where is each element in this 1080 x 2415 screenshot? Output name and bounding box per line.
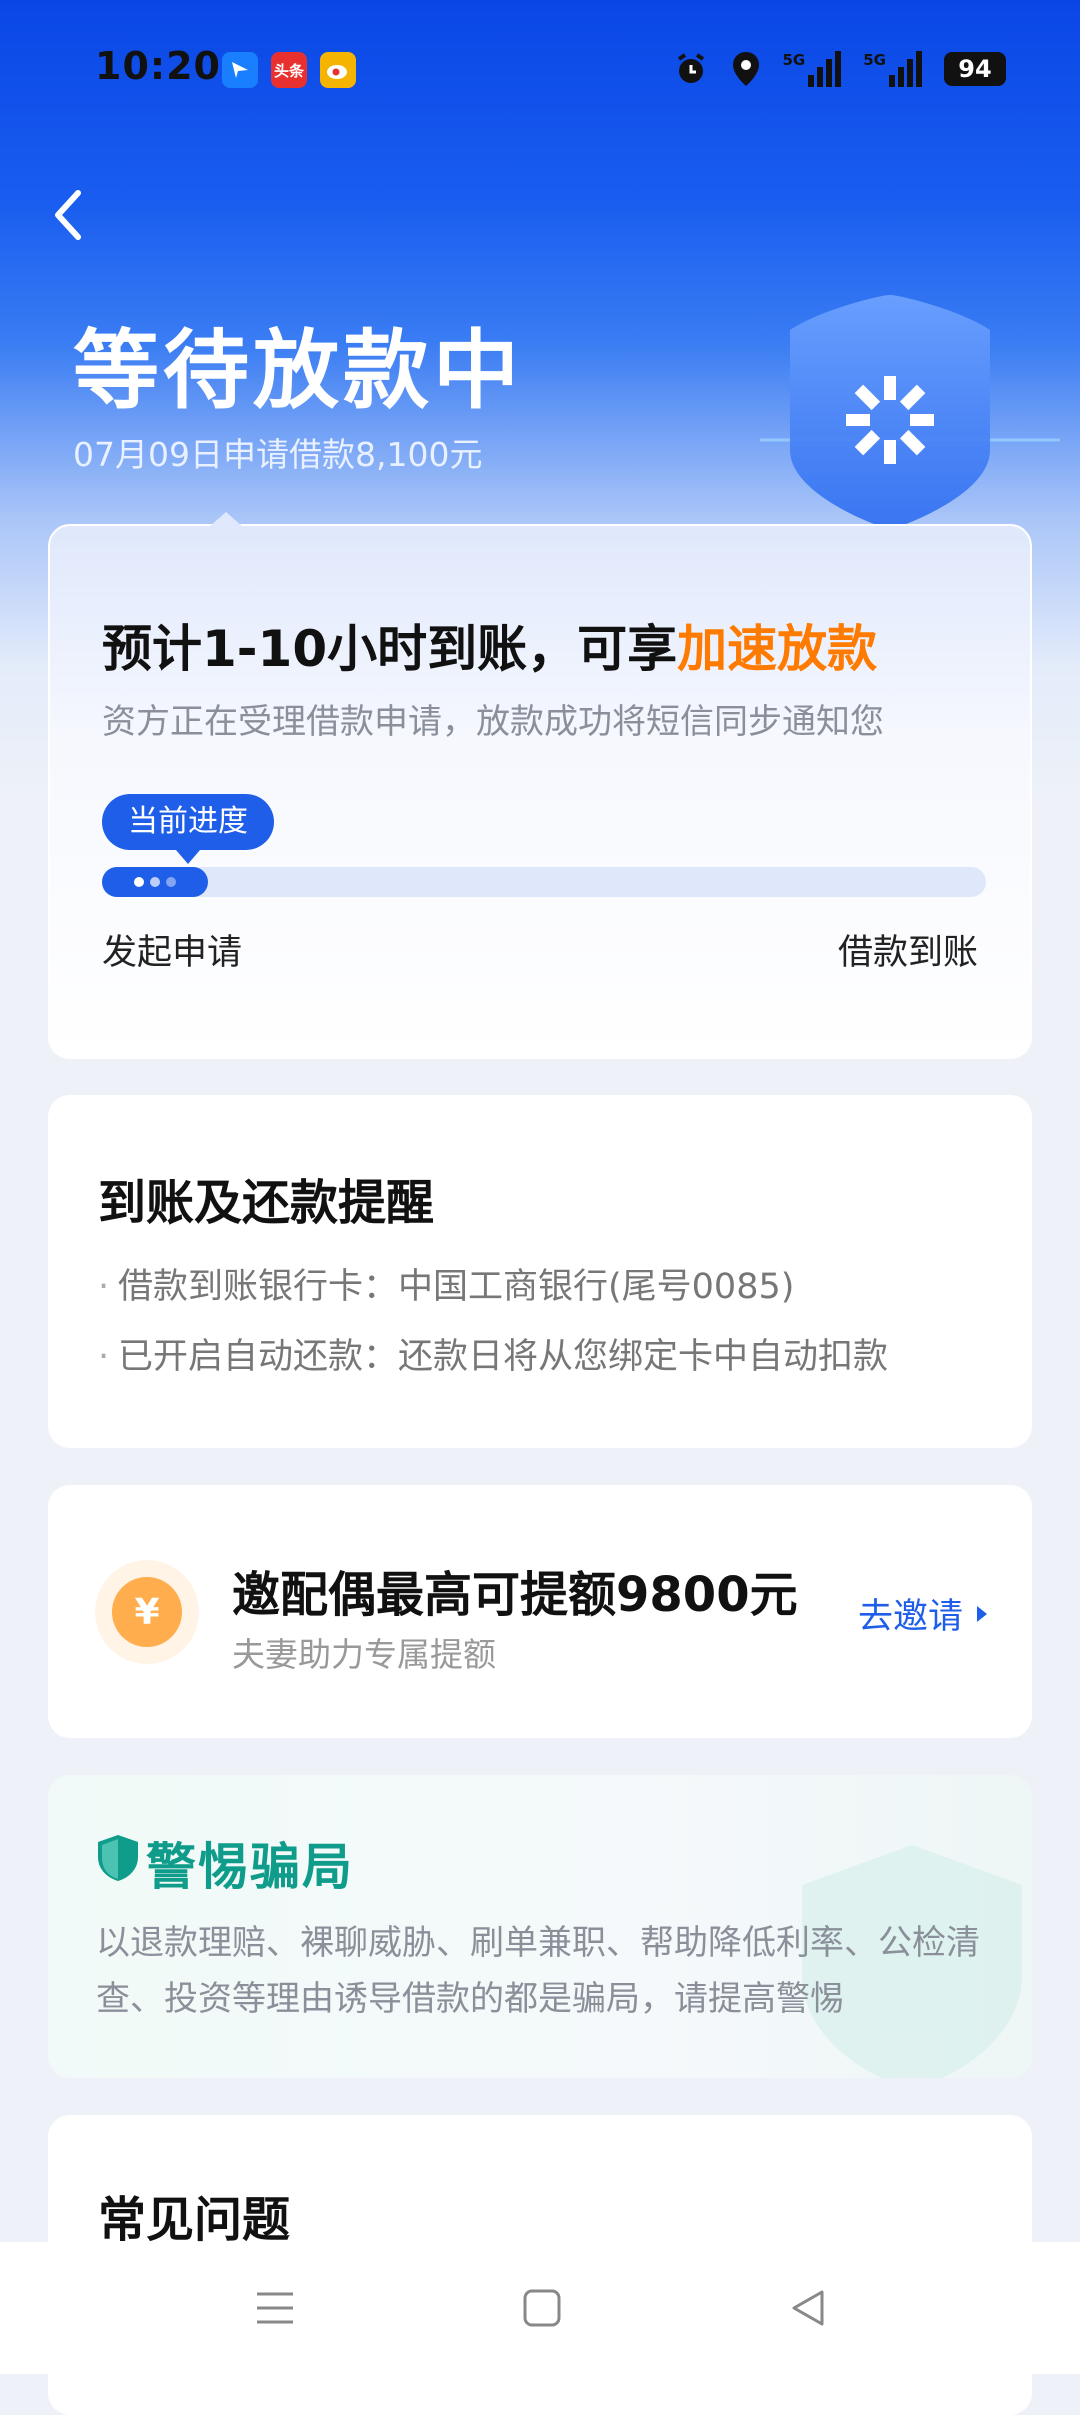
go-invite-link[interactable]: 去邀请 [858, 1588, 987, 1639]
battery-icon: 94 [944, 52, 1006, 86]
progress-description: 资方正在受理借款申请，放款成功将短信同步通知您 [102, 702, 884, 742]
card-notch [210, 512, 242, 526]
coin-icon: ¥ [95, 1560, 199, 1664]
back-arrow-icon[interactable] [48, 185, 88, 245]
arrival-estimate: 预计1-10小时到账，可享加速放款 [102, 609, 877, 681]
signal-sim1-icon: 5G [783, 51, 842, 87]
fraud-warning-title: 警惕骗局 [146, 1838, 354, 1896]
shield-check-icon [98, 1835, 138, 1881]
page-title: 等待放款中 [73, 321, 523, 421]
reminder-title: 到账及还款提醒 [98, 1175, 435, 1231]
reminder-item-auto-repay: · 已开启自动还款：还款日将从您绑定卡中自动扣款 [98, 1337, 889, 1377]
invite-subtitle: 夫妻助力专属提额 [232, 1635, 496, 1674]
current-progress-badge: 当前进度 [102, 794, 274, 864]
system-navigation-bar [0, 2242, 1080, 2374]
reminder-card: 到账及还款提醒 · 借款到账银行卡：中国工商银行(尾号0085) · 已开启自动还款… [48, 1095, 1032, 1448]
faq-title: 常见问题 [98, 2192, 291, 2248]
arrival-estimate-text: 预计1-10小时到账，可享 [102, 620, 678, 678]
fraud-warning-text: 以退款理赔、裸聊威胁、刷单兼职、帮助降低利率、公检清查、投资等理由诱导借款的都是… [96, 1923, 980, 2019]
location-icon [732, 52, 759, 86]
invite-title: 邀配偶最高可提额9800元 [232, 1567, 798, 1623]
step-start-label: 发起申请 [102, 933, 243, 973]
reminder-item-bank-card: · 借款到账银行卡：中国工商银行(尾号0085) [98, 1267, 795, 1307]
accelerated-loan-highlight: 加速放款 [677, 620, 878, 678]
menu-icon [257, 2292, 293, 2324]
application-summary: 07月09日申请借款8,100元 [73, 435, 483, 474]
menu-button[interactable] [215, 2242, 335, 2374]
alarm-icon [677, 53, 704, 83]
back-triangle-icon [792, 2290, 824, 2326]
status-time: 10:20 [95, 44, 221, 88]
toutiao-icon: 头条 [271, 52, 307, 88]
status-indicators: 5G 5G 94 [673, 46, 1006, 92]
step-end-label: 借款到账 [837, 933, 978, 973]
triangle-right-icon [977, 1605, 987, 1622]
signal-sim2-icon: 5G [863, 51, 922, 87]
progress-bar-fill [102, 867, 208, 897]
feishu-icon [222, 52, 258, 88]
progress-bar [102, 867, 986, 897]
weibo-icon [320, 52, 356, 88]
invite-spouse-card[interactable]: ¥ 邀配偶最高可提额9800元 夫妻助力专属提额 去邀请 [48, 1485, 1032, 1738]
back-button[interactable] [748, 2242, 868, 2374]
home-button[interactable] [482, 2242, 602, 2374]
status-bar: 10:20 头条 5G 5G 94 [0, 0, 1080, 140]
fraud-warning-card: 警惕骗局 以退款理赔、裸聊威胁、刷单兼职、帮助降低利率、公检清查、投资等理由诱导… [48, 1775, 1032, 2078]
progress-card: 预计1-10小时到账，可享加速放款 资方正在受理借款申请，放款成功将短信同步通知… [48, 512, 1032, 1059]
home-square-icon [523, 2289, 561, 2327]
shield-logo-illustration [760, 295, 1060, 530]
